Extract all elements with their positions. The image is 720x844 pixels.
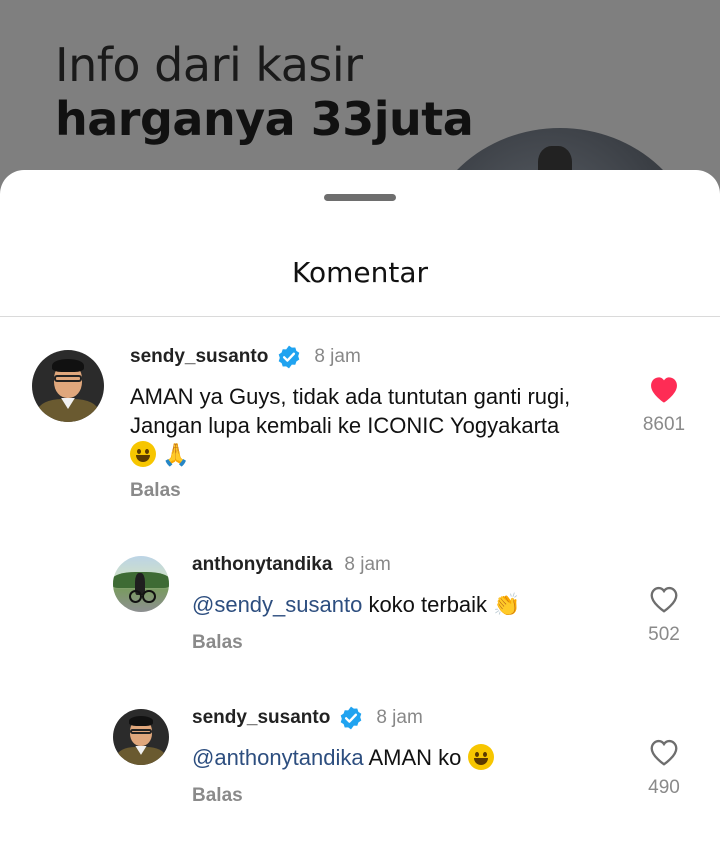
- reply-button[interactable]: Balas: [192, 632, 243, 654]
- grinning-emoji-icon: [467, 744, 494, 770]
- like-count: 490: [648, 777, 680, 798]
- comment-text: @anthonytandika AMAN ko: [192, 743, 494, 772]
- username[interactable]: anthonytandika: [192, 554, 332, 576]
- comment-text: @sendy_susanto koko terbaik 👏: [192, 590, 521, 620]
- clap-emoji-icon: 👏: [493, 593, 521, 618]
- comment-time: 8 jam: [314, 346, 361, 367]
- verified-badge-icon: [279, 345, 300, 369]
- comment-text: AMAN ya Guys, tidak ada tuntutan ganti r…: [130, 382, 570, 470]
- like-count: 502: [648, 624, 680, 645]
- grinning-emoji-icon: [130, 441, 156, 467]
- reply-button[interactable]: Balas: [192, 785, 243, 807]
- post-caption-line2: harganya 33juta: [55, 92, 474, 146]
- mention-link[interactable]: @sendy_susanto: [192, 592, 362, 617]
- comment-body: AMAN ko: [363, 745, 468, 770]
- reply-button[interactable]: Balas: [130, 480, 181, 502]
- avatar[interactable]: [32, 350, 104, 422]
- like-button[interactable]: 8601: [634, 374, 694, 436]
- heart-outline-icon: [650, 586, 678, 613]
- comment-body: koko terbaik: [362, 592, 494, 617]
- drag-handle[interactable]: [324, 194, 396, 201]
- heart-outline-icon: [650, 739, 678, 766]
- username[interactable]: sendy_susanto: [130, 346, 268, 368]
- comments-sheet: Komentar sendy_susanto 8 jam AMAN ya Guy…: [0, 170, 720, 844]
- post-caption-line1: Info dari kasir: [55, 38, 363, 92]
- pray-emoji-icon: 🙏: [162, 443, 190, 468]
- divider: [0, 316, 720, 317]
- comment-time: 8 jam: [376, 707, 423, 728]
- username[interactable]: sendy_susanto: [192, 707, 330, 729]
- mention-link[interactable]: @anthonytandika: [192, 745, 364, 770]
- comment-time: 8 jam: [344, 554, 391, 575]
- comment-text-line2: Jangan lupa kembali ke ICONIC Yogyakarta: [130, 413, 560, 438]
- like-button[interactable]: 502: [634, 584, 694, 646]
- comment-text-line3: 🙏: [130, 440, 570, 470]
- comment-meta: anthonytandika 8 jam: [192, 554, 391, 576]
- verified-badge-icon: [341, 706, 362, 730]
- comment-meta: sendy_susanto 8 jam: [130, 344, 361, 370]
- heart-filled-icon: [651, 377, 677, 403]
- like-count: 8601: [642, 414, 686, 435]
- sheet-title: Komentar: [292, 256, 428, 289]
- avatar[interactable]: [113, 556, 169, 612]
- avatar[interactable]: [113, 709, 169, 765]
- like-button[interactable]: 490: [634, 737, 694, 799]
- comment-meta: sendy_susanto 8 jam: [192, 705, 423, 731]
- comment-text-line1: AMAN ya Guys, tidak ada tuntutan ganti r…: [130, 384, 571, 409]
